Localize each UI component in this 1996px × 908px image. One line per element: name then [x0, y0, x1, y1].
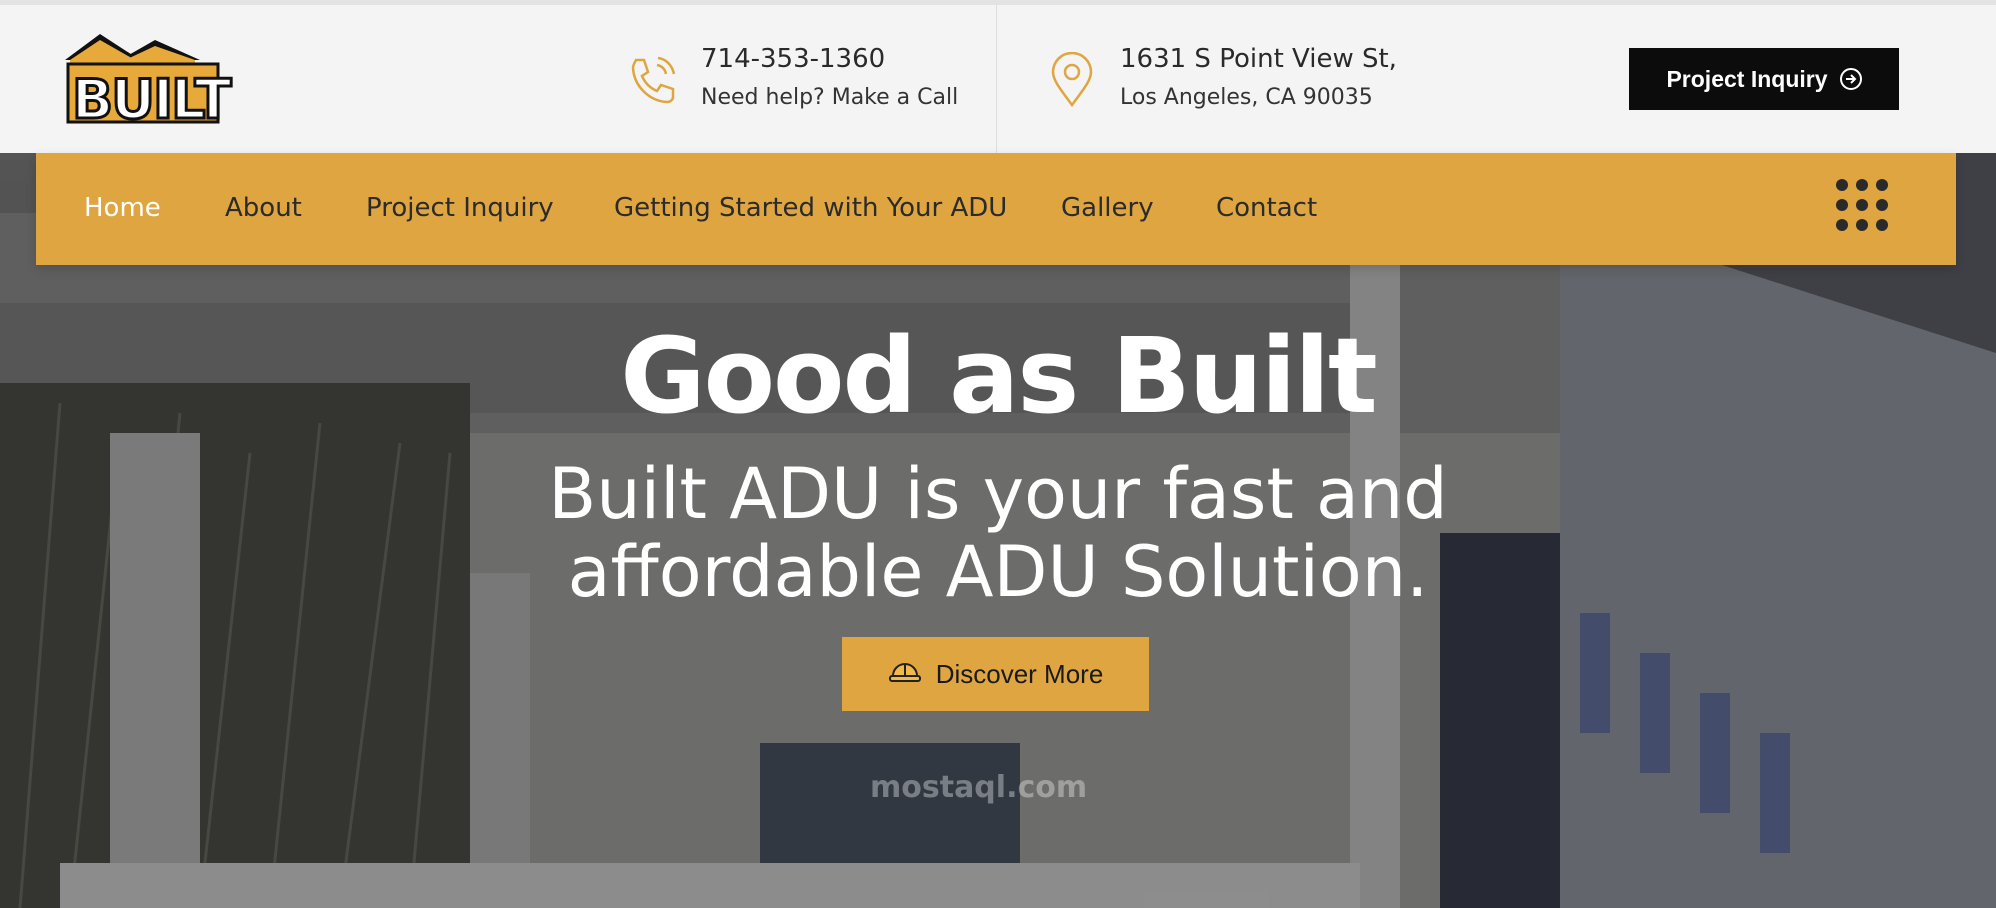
- logo-lettering: BUILT: [72, 68, 232, 130]
- header-divider: [996, 5, 997, 153]
- watermark-text: mostaql.com: [870, 770, 1088, 805]
- nav-item-contact[interactable]: Contact: [1216, 193, 1317, 223]
- discover-more-button[interactable]: Discover More: [842, 637, 1149, 711]
- hero-subtitle-line1: Built ADU is your fast and: [548, 453, 1448, 535]
- nav-item-gallery[interactable]: Gallery: [1061, 193, 1154, 223]
- address-line2: Los Angeles, CA 90035: [1120, 85, 1373, 110]
- built-logo[interactable]: BUILT: [60, 30, 235, 133]
- phone-caption: Need help? Make a Call: [701, 85, 959, 110]
- map-pin-icon: [1050, 51, 1094, 108]
- nav-item-home[interactable]: Home: [84, 193, 161, 223]
- nav-item-about[interactable]: About: [225, 193, 302, 223]
- phone-icon: [626, 52, 680, 106]
- discover-more-label: Discover More: [935, 658, 1104, 689]
- main-nav: Home About Project Inquiry Getting Start…: [36, 153, 1956, 265]
- hard-hat-icon: [888, 658, 922, 691]
- project-inquiry-label: Project Inquiry: [1666, 65, 1828, 92]
- phone-number[interactable]: 714-353-1360: [701, 44, 885, 74]
- nav-item-project-inquiry[interactable]: Project Inquiry: [366, 193, 554, 223]
- arrow-circle-icon: [1839, 68, 1862, 90]
- project-inquiry-button[interactable]: Project Inquiry: [1629, 48, 1899, 110]
- address-line1: 1631 S Point View St,: [1120, 44, 1397, 74]
- hero-title: Good as Built: [620, 315, 1378, 437]
- grid-dots-icon[interactable]: [1834, 177, 1890, 233]
- hero-subtitle-line2: affordable ADU Solution.: [567, 531, 1429, 613]
- nav-item-getting-started[interactable]: Getting Started with Your ADU: [614, 193, 1007, 223]
- hero-subtitle: Built ADU is your fast and affordable AD…: [0, 455, 1996, 611]
